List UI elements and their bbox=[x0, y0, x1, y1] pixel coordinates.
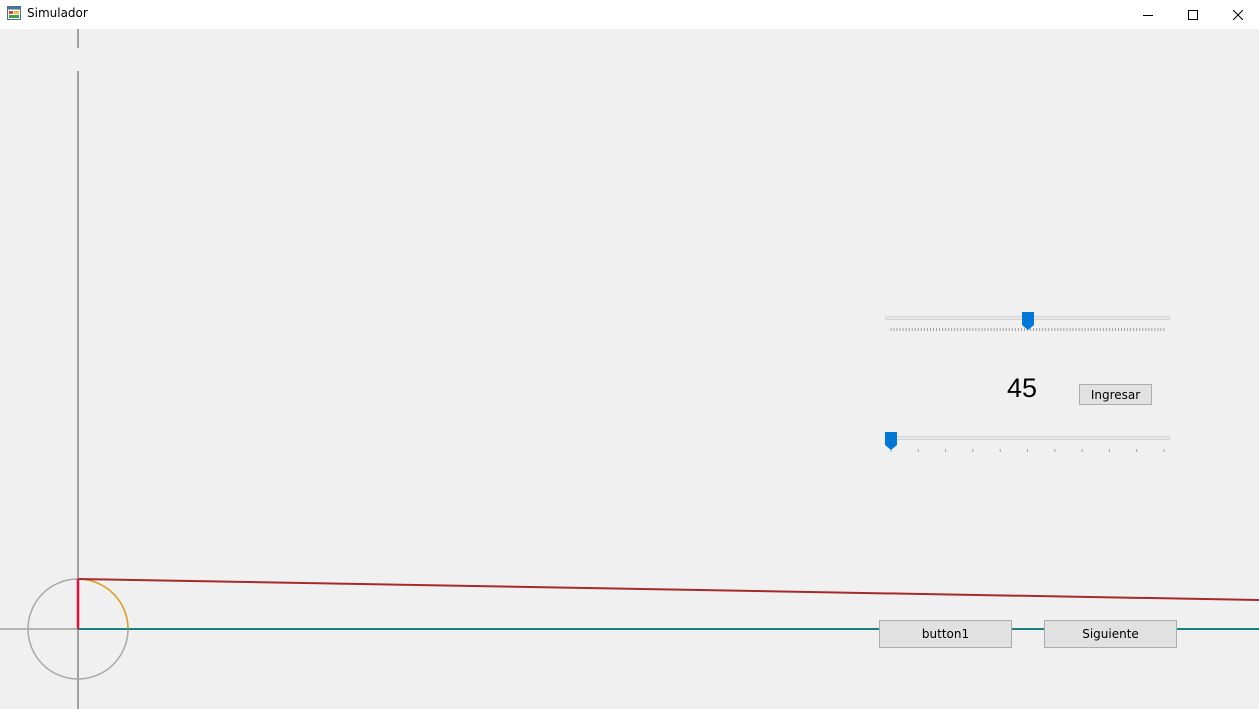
slider-bottom-ticks bbox=[890, 449, 1165, 452]
slider-bottom[interactable] bbox=[885, 432, 1170, 458]
slider-top-thumb[interactable] bbox=[1021, 312, 1034, 330]
slider-bottom-track bbox=[885, 436, 1170, 440]
minimize-button[interactable] bbox=[1125, 0, 1170, 29]
button1[interactable]: button1 bbox=[879, 620, 1012, 648]
slider-bottom-thumb[interactable] bbox=[885, 432, 897, 450]
window-title: Simulador bbox=[27, 6, 88, 20]
simulation-canvas bbox=[0, 29, 1259, 709]
wave-line bbox=[77, 578, 1259, 601]
close-button[interactable] bbox=[1215, 0, 1259, 29]
app-form-icon bbox=[7, 6, 21, 20]
slider-top[interactable] bbox=[885, 312, 1170, 338]
value-label: 45 bbox=[1007, 373, 1038, 403]
minimize-icon bbox=[1142, 14, 1153, 16]
close-icon bbox=[1232, 9, 1243, 20]
ingresar-button[interactable]: Ingresar bbox=[1079, 384, 1152, 405]
title-bar: Simulador bbox=[0, 0, 1259, 29]
siguiente-button[interactable]: Siguiente bbox=[1044, 620, 1177, 648]
maximize-button[interactable] bbox=[1170, 0, 1215, 29]
maximize-icon bbox=[1187, 9, 1198, 20]
